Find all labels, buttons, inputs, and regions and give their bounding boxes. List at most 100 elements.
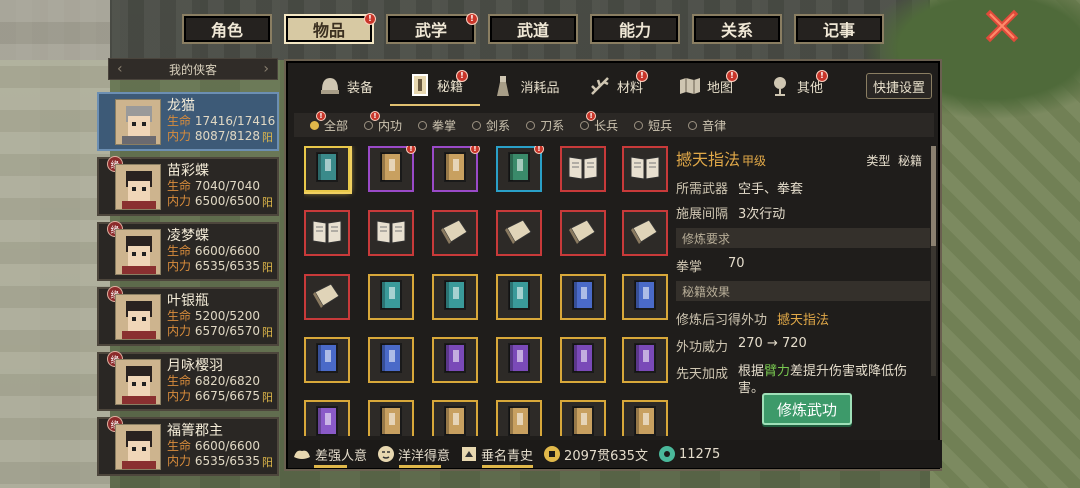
jade-text: 11275 [678, 446, 721, 462]
sub-tab-label: 消耗品 [520, 80, 560, 96]
radio-dot [526, 120, 536, 130]
item-slot-20[interactable] [432, 337, 478, 383]
top-tab-0[interactable]: 角色 [182, 14, 272, 44]
member-mp: 内力 6535/6535 [167, 259, 277, 274]
bonus-label: 先天加成 [676, 367, 729, 382]
effect-section: 秘籍效果 [676, 281, 930, 301]
top-tab-4[interactable]: 能力 [590, 14, 680, 44]
item-detail: 撼天指法 甲级 类型 秘籍 所需武器 空手、拳套 施展间隔 3次行动 修炼要求 拳掌 7… [676, 146, 930, 396]
next-arrow-icon[interactable]: › [263, 61, 269, 77]
item-slot-10[interactable] [560, 210, 606, 256]
filter-4[interactable]: 刀系 [526, 117, 564, 134]
filter-5[interactable]: ! 长兵 [580, 110, 618, 134]
status-bar: 差强人意 洋洋得意 垂名青史 2097贯635文 11275 [288, 440, 942, 468]
scrollbar-thumb[interactable] [931, 146, 936, 246]
strength-text: 差强人意 [315, 448, 368, 464]
item-slot-4[interactable] [560, 146, 606, 192]
mp-value: 6500/6500 [194, 194, 260, 208]
filter-2[interactable]: 拳掌 [418, 117, 456, 134]
top-tab-label: 武道 [516, 21, 549, 40]
item-slot-29[interactable] [622, 400, 668, 436]
item-slot-26[interactable] [432, 400, 478, 436]
item-slot-8[interactable] [432, 210, 478, 256]
book-icon [570, 342, 596, 378]
item-slot-9[interactable] [496, 210, 542, 256]
close-button[interactable] [984, 8, 1020, 44]
item-slot-7[interactable] [368, 210, 414, 256]
party-member-3[interactable]: 缘叶银瓶生命 5200/5200内力 6570/6570阳 [97, 286, 279, 346]
party-member-1[interactable]: 缘苗彩蝶生命 7040/7040内力 6500/6500阳 [97, 156, 279, 216]
item-slot-5[interactable] [622, 146, 668, 192]
filter-label: 内功 [378, 118, 403, 133]
train-skill-button[interactable]: 修炼武功 [762, 393, 852, 425]
portrait-avatar [115, 423, 161, 470]
item-slot-28[interactable] [560, 400, 606, 436]
mp-label: 内力 [167, 389, 192, 403]
party-member-0[interactable]: 龙猫 生命 17416/17416 内力 8087/8128 阳 [97, 92, 279, 151]
filter-3[interactable]: 剑系 [472, 117, 510, 134]
filter-7[interactable]: 音律 [688, 117, 726, 134]
portrait-avatar [115, 358, 161, 405]
sub-tab-1[interactable]: 秘籍! [390, 66, 480, 106]
top-tab-3[interactable]: 武道 [488, 14, 578, 44]
item-slot-18[interactable] [304, 337, 350, 383]
detail-scrollbar[interactable] [931, 146, 936, 376]
quick-settings-button[interactable]: 快捷设置 [866, 73, 932, 99]
book-icon [442, 151, 468, 187]
member-mp: 内力 6535/6535 [167, 454, 277, 469]
item-slot-17[interactable] [622, 274, 668, 320]
sub-tab-5[interactable]: 其他! [750, 66, 840, 106]
filter-6[interactable]: 短兵 [634, 117, 672, 134]
item-slot-13[interactable] [368, 274, 414, 320]
top-tab-1[interactable]: 物品! [284, 13, 376, 44]
affinity-label: 阳 [262, 391, 273, 404]
item-slot-22[interactable] [560, 337, 606, 383]
prev-arrow-icon[interactable]: ‹ [117, 61, 123, 77]
item-slot-6[interactable] [304, 210, 350, 256]
stone-wall [0, 0, 110, 488]
sub-tab-3[interactable]: 材料! [570, 66, 660, 106]
power-value: 270 → 720 [738, 336, 807, 351]
item-slot-23[interactable] [622, 337, 668, 383]
item-slot-2[interactable]: ! [432, 146, 480, 192]
item-slot-21[interactable] [496, 337, 542, 383]
sub-tab-4[interactable]: 地图! [660, 66, 750, 106]
party-member-5[interactable]: 缘福箐郡主生命 6600/6600内力 6535/6535阳 [97, 416, 279, 476]
strength-status: 差强人意 [292, 445, 368, 468]
jade-icon [658, 446, 675, 462]
item-slot-25[interactable] [368, 400, 414, 436]
item-slot-1[interactable]: ! [368, 146, 416, 192]
book-icon [442, 405, 468, 436]
filter-0[interactable]: ! 全部 [310, 110, 348, 134]
book-icon [629, 216, 661, 250]
top-tab-6[interactable]: 记事 [794, 14, 884, 44]
top-tab-2[interactable]: 武学! [386, 13, 478, 44]
mp-label: 内力 [167, 194, 192, 208]
sub-tab-2[interactable]: 消耗品 [480, 66, 570, 106]
item-slot-14[interactable] [432, 274, 478, 320]
item-slot-3[interactable]: ! [496, 146, 544, 192]
item-slot-24[interactable] [304, 400, 350, 436]
item-slot-12[interactable] [304, 274, 350, 320]
party-member-4[interactable]: 缘月咏樱羽生命 6820/6820内力 6675/6675阳 [97, 351, 279, 411]
item-slot-19[interactable] [368, 337, 414, 383]
item-slot-16[interactable] [560, 274, 606, 320]
notification-badge: ! [470, 146, 480, 154]
sub-tab-0[interactable]: 装备 [300, 66, 390, 106]
hp-label: 生命 [167, 179, 192, 193]
book-icon [311, 217, 343, 249]
item-slot-15[interactable] [496, 274, 542, 320]
member-mp: 内力 8087/8128 [167, 129, 277, 144]
filter-1[interactable]: ! 内功 [364, 110, 403, 134]
requirement-value: 70 [728, 256, 745, 271]
hp-value: 5200/5200 [194, 309, 260, 323]
member-name: 福箐郡主 [167, 423, 223, 439]
member-name: 叶银瓶 [167, 293, 209, 309]
item-slot-0[interactable] [304, 146, 350, 192]
party-member-2[interactable]: 缘凌梦蝶生命 6600/6600内力 6535/6535阳 [97, 221, 279, 281]
filter-label: 拳掌 [432, 118, 457, 133]
item-slot-11[interactable] [622, 210, 668, 256]
item-slot-27[interactable] [496, 400, 542, 436]
radio-dot [472, 120, 482, 130]
top-tab-5[interactable]: 关系 [692, 14, 782, 44]
